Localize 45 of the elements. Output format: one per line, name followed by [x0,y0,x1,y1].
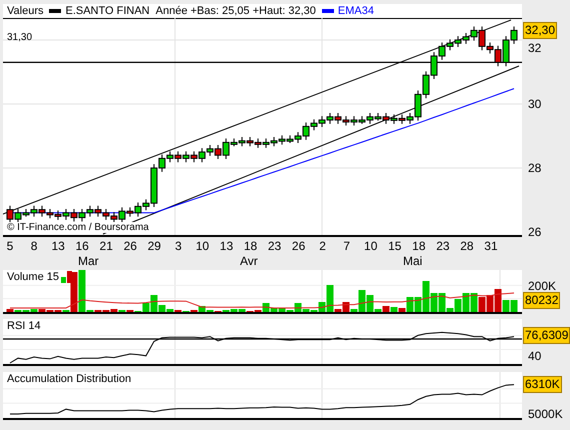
axis-label: 40 [528,349,542,363]
date-label: 29 [146,239,162,253]
date-label: 31 [483,239,499,253]
legend-label: E.SANTO FINAN [65,5,150,17]
axis-label: 32 [528,41,542,55]
axis-label: 28 [528,161,542,175]
axis-label: 200K [528,279,556,293]
month-label: Mar [78,254,99,268]
date-label: 23 [435,239,451,253]
date-label: 2 [318,239,327,253]
axis-label: 30 [528,97,542,111]
date-label: 26 [122,239,138,253]
month-label: Avr [240,254,258,268]
year-range-text: Année +Bas: 25,05 +Haut: 32,30 [156,5,316,17]
date-label: 18 [411,239,426,253]
date-label: 5 [6,239,14,253]
date-label: 28 [459,239,475,253]
date-label: 15 [387,239,402,253]
panel-title: Volume 15 [7,271,59,283]
date-label: 13 [218,239,234,253]
date-label: 26 [290,239,306,253]
date-label: 7 [342,239,352,253]
axis-label: 5000K [528,407,563,421]
month-label: Mai [403,254,422,268]
chart-title: Valeurs [7,5,44,17]
date-label: 13 [50,239,66,253]
date-label: 18 [242,239,258,253]
reference-value-label: 31,30 [7,32,32,43]
date-label: 8 [30,239,38,253]
date-label: 23 [266,239,282,253]
last-value-badge: 80232 [523,292,560,309]
legend-label: EMA34 [338,5,374,17]
date-label: 10 [194,239,210,253]
panel-title: Accumulation Distribution [7,373,132,385]
copyright-text: © IT-Finance.com / Boursorama [7,222,149,233]
axis-label: 26 [528,225,542,239]
date-label: 10 [363,239,378,253]
date-label: 21 [98,239,114,253]
date-label: 3 [174,239,183,253]
volume-legend-icon [60,271,72,283]
date-label: 16 [74,239,90,253]
last-value-badge: 6310K [523,376,562,393]
panel-title: RSI 14 [7,320,41,332]
last-value-badge: 76,6309 [523,327,570,344]
last-price-badge: 32,30 [523,22,558,39]
